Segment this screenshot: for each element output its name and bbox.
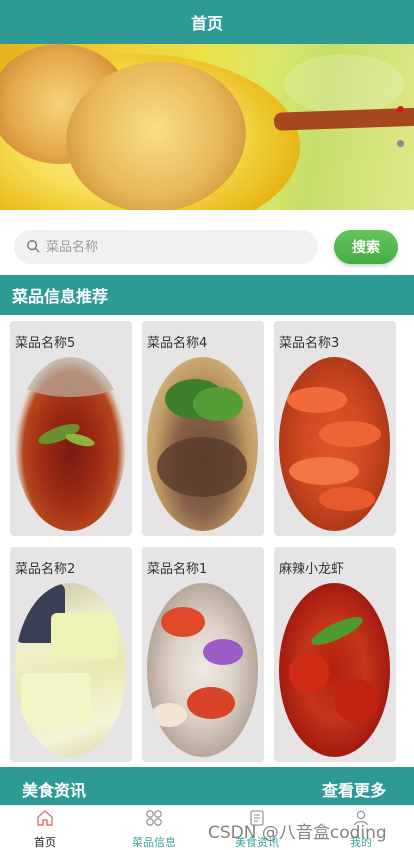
recommend-header: 菜品信息推荐 <box>0 275 414 315</box>
tab-label: 首页 <box>34 836 56 849</box>
banner-glass <box>284 54 404 114</box>
dish-image[interactable] <box>279 357 390 531</box>
dish-image[interactable] <box>279 583 390 757</box>
news-more-link[interactable]: 查看更多 <box>322 777 386 801</box>
search-input[interactable] <box>46 239 286 255</box>
dish-card[interactable]: 菜品名称4 <box>142 321 264 536</box>
dish-name: 菜品名称1 <box>147 562 208 577</box>
dish-card[interactable]: 菜品名称2 <box>10 547 132 762</box>
news-title: 美食资讯 <box>22 781 87 800</box>
search-icon <box>26 238 46 257</box>
banner-rim <box>273 107 414 131</box>
dish-image[interactable] <box>147 583 258 757</box>
banner-indicator[interactable] <box>397 140 404 147</box>
dish-name: 菜品名称5 <box>15 336 76 351</box>
tab-home[interactable]: 首页 <box>0 806 90 850</box>
dish-image[interactable] <box>15 583 126 757</box>
banner-carousel[interactable] <box>0 44 414 210</box>
dish-card[interactable]: 菜品名称3 <box>274 321 396 536</box>
search-button[interactable]: 搜索 <box>334 230 398 264</box>
news-header: 美食资讯 查看更多 <box>0 767 414 805</box>
dish-card[interactable]: 菜品名称1 <box>142 547 264 762</box>
search-row: 搜索 <box>0 210 414 275</box>
watermark: CSDN @八音盒coding <box>208 823 387 843</box>
top-bar: 首页 <box>0 0 414 44</box>
dish-name: 麻辣小龙虾 <box>279 562 345 577</box>
recommend-title: 菜品信息推荐 <box>12 287 109 306</box>
dish-name: 菜品名称2 <box>15 562 76 577</box>
tab-label: 菜品信息 <box>132 836 176 849</box>
dish-card[interactable]: 麻辣小龙虾 <box>274 547 396 762</box>
dish-card[interactable]: 菜品名称5 <box>10 321 132 536</box>
dish-image[interactable] <box>147 357 258 531</box>
grid-icon <box>144 808 164 832</box>
dish-name: 菜品名称4 <box>147 336 208 351</box>
page: 首页 搜索 菜品信息推荐 菜品名称5 <box>0 0 414 850</box>
tab-dish-info[interactable]: 菜品信息 <box>109 806 199 850</box>
search-box[interactable] <box>14 230 318 264</box>
dish-name: 菜品名称3 <box>279 336 340 351</box>
page-title: 首页 <box>190 14 223 33</box>
dish-image[interactable] <box>15 357 126 531</box>
recommend-grid: 菜品名称5 菜品名称4 菜品名称3 菜品名称2 菜品名称1 麻辣小龙虾 <box>0 315 414 767</box>
home-icon <box>35 808 55 832</box>
banner-indicator-active[interactable] <box>397 106 404 113</box>
